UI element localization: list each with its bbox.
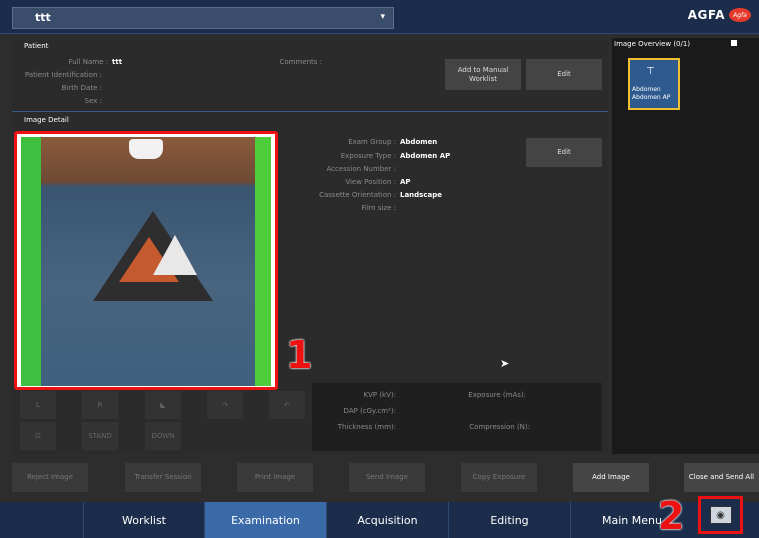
patient-id-label: Patient Identification :: [24, 71, 102, 79]
mouse-cursor-icon: ➤: [500, 357, 510, 370]
thickness-label: Thickness (mm):: [337, 423, 396, 431]
annotation-marker-1: 1: [286, 333, 313, 377]
undo-icon[interactable]: ↶: [269, 391, 305, 419]
thumb-exposure-type: Abdomen AP: [632, 93, 671, 101]
exam-group-value: Abdomen: [400, 138, 438, 146]
caret-down-icon[interactable]: ▾: [380, 12, 385, 22]
image-overview-title: Image Overview (0/1): [614, 40, 691, 48]
patient-select[interactable]: ttt ▾: [12, 7, 394, 29]
film-size-label: Film size :: [361, 204, 396, 212]
birth-date-label: Birth Date :: [61, 84, 102, 92]
sex-label: Sex :: [84, 97, 102, 105]
view-position-value: AP: [400, 178, 411, 186]
brand: AGFA Agfa: [688, 8, 751, 22]
reject-image-button[interactable]: Reject Image: [12, 463, 88, 492]
exposure-type-value: Abdomen AP: [400, 152, 451, 160]
bottom-navigation: Worklist Examination Acquisition Editing…: [0, 502, 759, 538]
view-position-label: View Position :: [345, 178, 396, 186]
top-bar: ttt ▾ AGFA Agfa: [0, 0, 759, 34]
full-name-label: Full Name :: [68, 58, 108, 66]
nav-worklist[interactable]: Worklist: [84, 502, 205, 538]
image-thumbnail[interactable]: ⊤ Abdomen Abdomen AP: [628, 58, 680, 110]
transfer-session-button[interactable]: Transfer Session: [125, 463, 201, 492]
kvp-label: KVP (kV):: [363, 391, 397, 399]
add-image-button[interactable]: Add Image: [573, 463, 649, 492]
nav-examination[interactable]: Examination: [205, 502, 327, 538]
thumb-exam-group: Abdomen: [632, 86, 661, 93]
marker-l-button[interactable]: L: [20, 391, 56, 419]
system-icon: ◉: [709, 506, 732, 524]
print-image-button[interactable]: Print Image: [237, 463, 313, 492]
crop-icon[interactable]: ⊡: [20, 422, 56, 450]
dap-label: DAP (cGy.cm²):: [343, 407, 396, 415]
brand-name: AGFA: [687, 8, 725, 22]
patient-select-value: ttt: [35, 11, 51, 24]
close-and-send-all-button[interactable]: Close and Send All: [684, 463, 759, 492]
accession-number-label: Accession Number :: [326, 165, 396, 173]
nav-spacer: [0, 502, 84, 538]
agfa-logo-icon: Agfa: [729, 8, 751, 22]
nav-acquisition[interactable]: Acquisition: [327, 502, 449, 538]
marker-r-button[interactable]: R: [82, 391, 118, 419]
image-detail-edit-button[interactable]: Edit: [526, 138, 602, 167]
detector-icon: ⊤: [646, 66, 655, 77]
cassette-orientation-label: Cassette Orientation :: [319, 191, 396, 199]
down-button[interactable]: DOWN: [145, 422, 181, 450]
overview-checkbox[interactable]: [731, 40, 737, 46]
exposure-label: Exposure (mAs):: [468, 391, 526, 399]
section-divider: [12, 111, 608, 112]
comments-label: Comments :: [279, 58, 322, 66]
send-image-button[interactable]: Send Image: [349, 463, 425, 492]
add-to-manual-worklist-button[interactable]: Add to Manual Worklist: [445, 59, 521, 90]
system-button[interactable]: ◉: [698, 496, 743, 534]
annotation-marker-2: 2: [658, 494, 685, 538]
nav-editing[interactable]: Editing: [449, 502, 571, 538]
full-name-value: ttt: [112, 58, 123, 66]
patient-edit-button[interactable]: Edit: [526, 59, 602, 90]
shutter-icon[interactable]: ◣: [145, 391, 181, 419]
compression-label: Compression (N):: [469, 423, 530, 431]
exposure-parameters: KVP (kV): Exposure (mAs): DAP (cGy.cm²):…: [312, 383, 602, 451]
acquired-image: [21, 137, 271, 386]
image-preview[interactable]: [14, 131, 278, 390]
exposure-type-label: Exposure Type :: [340, 152, 396, 160]
stand-button[interactable]: STAND: [82, 422, 118, 450]
patient-section-label: Patient: [24, 42, 49, 50]
cassette-orientation-value: Landscape: [400, 191, 442, 199]
copy-exposure-button[interactable]: Copy Exposure: [461, 463, 537, 492]
exam-group-label: Exam Group :: [348, 138, 396, 146]
rotate-right-icon[interactable]: ↷: [207, 391, 243, 419]
image-detail-label: Image Detail: [24, 116, 69, 124]
